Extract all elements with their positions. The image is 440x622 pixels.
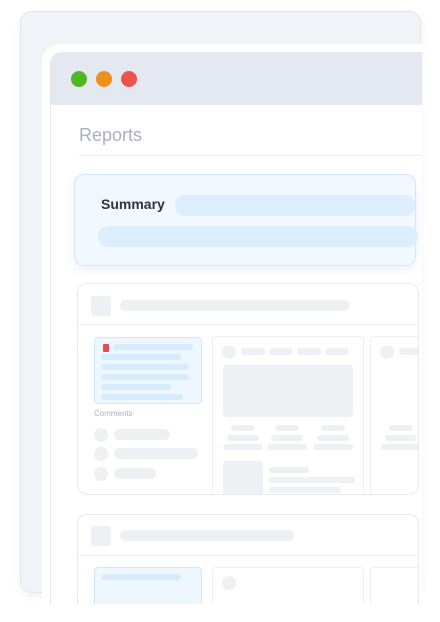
doc-line	[101, 394, 183, 400]
comment-avatar	[94, 467, 108, 481]
doc-line	[101, 374, 189, 380]
document-preview[interactable]	[94, 567, 202, 604]
summary-panel[interactable]: Summary	[74, 174, 418, 266]
stat-sub	[313, 444, 353, 450]
subcard-meta	[325, 348, 349, 355]
subcard-meta	[269, 348, 293, 355]
report-subcard[interactable]	[212, 567, 364, 604]
report-subcard-partial[interactable]	[370, 567, 418, 604]
subcard-thumb	[223, 461, 263, 494]
stat-value	[227, 435, 259, 441]
maximize-window-button[interactable]	[121, 71, 137, 87]
close-window-button[interactable]	[71, 71, 87, 87]
comment-placeholder	[114, 468, 156, 479]
report-subcard-partial[interactable]	[370, 336, 418, 494]
card-icon-placeholder	[91, 526, 111, 546]
subcard-line	[269, 467, 309, 473]
window-inner: Reports Summary Comments	[50, 52, 422, 604]
summary-label: Summary	[101, 196, 165, 212]
stat-sub	[223, 444, 263, 450]
stat-value	[271, 435, 303, 441]
stat-value	[317, 435, 349, 441]
doc-line	[101, 364, 189, 370]
subcard-image-placeholder	[223, 365, 353, 417]
card-divider	[78, 555, 418, 556]
minimize-window-button[interactable]	[96, 71, 112, 87]
subcard-avatar	[222, 576, 236, 590]
subcard-meta	[241, 348, 265, 355]
report-card-2[interactable]	[77, 514, 419, 604]
stat-sub	[267, 444, 307, 450]
subcard-meta	[399, 348, 418, 355]
comment-placeholder	[114, 448, 198, 459]
summary-text-placeholder	[175, 195, 415, 216]
card-title-placeholder	[120, 530, 294, 541]
stat-label	[321, 425, 345, 431]
doc-line	[101, 574, 181, 580]
comments-label: Comments	[94, 409, 133, 418]
doc-line	[101, 354, 181, 360]
comment-avatar	[94, 428, 108, 442]
browser-window: Reports Summary Comments	[42, 44, 422, 604]
subcard-line	[269, 477, 355, 483]
doc-line	[101, 384, 171, 390]
card-icon-placeholder	[91, 296, 111, 316]
report-card[interactable]: Comments	[77, 283, 419, 495]
report-subcard[interactable]	[212, 336, 364, 494]
comment-placeholder	[114, 429, 170, 440]
document-preview[interactable]	[94, 337, 202, 404]
title-divider	[79, 155, 422, 156]
page-title: Reports	[79, 125, 143, 145]
window-titlebar	[51, 53, 422, 105]
stat-label	[231, 425, 255, 431]
stat-value	[385, 435, 417, 441]
card-title-placeholder	[120, 300, 350, 311]
stat-label	[389, 425, 413, 431]
subcard-avatar	[380, 345, 394, 359]
pdf-file-icon	[103, 344, 109, 352]
summary-text-placeholder-2	[98, 226, 418, 247]
comment-avatar	[94, 447, 108, 461]
subcard-line	[269, 487, 341, 493]
card-divider	[78, 324, 418, 325]
stat-label	[275, 425, 299, 431]
subcard-avatar	[222, 345, 236, 359]
subcard-meta	[297, 348, 321, 355]
doc-line	[113, 344, 193, 350]
stat-sub	[381, 444, 418, 450]
